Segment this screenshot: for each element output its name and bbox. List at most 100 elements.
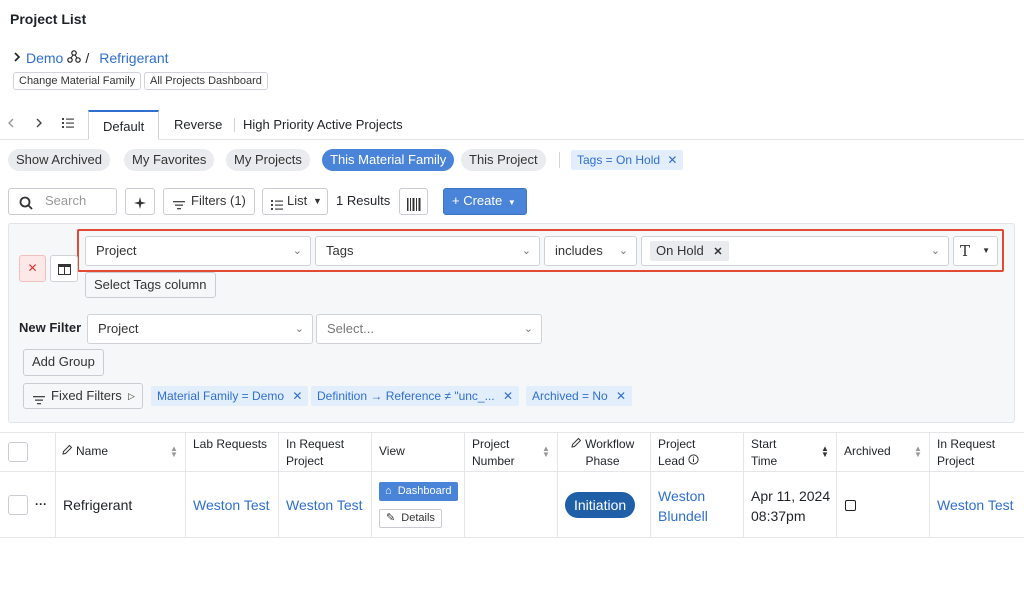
column-header-in-request-project-2[interactable]: In Request Project — [937, 436, 1017, 470]
filter-field-select[interactable]: Tags ⌄ — [315, 236, 540, 266]
search-input[interactable]: Search — [8, 188, 117, 215]
ai-sparkle-button[interactable] — [125, 188, 155, 215]
add-group-button[interactable]: Add Group — [23, 349, 104, 376]
column-header-workflow-phase[interactable]: Workflow Phase — [565, 436, 640, 470]
cell-project-lead-link[interactable]: Weston Blundell — [658, 486, 728, 526]
sort-icon[interactable]: ▲ ▼ — [821, 445, 829, 459]
list-label: List — [287, 193, 308, 208]
cell-in-request-project-2-link[interactable]: Weston Test — [937, 497, 1014, 513]
filter-value-select[interactable]: On Hold ✕ ⌄ — [641, 236, 949, 266]
column-header-project-lead[interactable]: Project Lead — [658, 436, 718, 470]
barcode-button[interactable] — [399, 188, 428, 215]
chevron-down-icon: ⌄ — [521, 245, 531, 257]
list-menu-icon[interactable] — [61, 117, 75, 132]
close-icon[interactable]: ✕ — [667, 153, 677, 167]
fixed-filters-button[interactable]: Fixed Filters ▷ — [23, 383, 143, 409]
chevron-right-icon[interactable] — [12, 50, 22, 66]
fixed-filter-chip[interactable]: Archived = No ✕ — [526, 386, 633, 406]
archived-checkbox[interactable] — [845, 500, 856, 511]
column-header-project-number[interactable]: Project Number — [472, 436, 532, 470]
table-row[interactable] — [0, 472, 1024, 538]
filter-entity-select[interactable]: Project ⌄ — [85, 236, 311, 266]
pencil-icon — [571, 437, 582, 451]
column-toggle-button[interactable] — [50, 255, 78, 282]
info-icon[interactable] — [688, 454, 699, 468]
new-filter-field-select[interactable]: Select... ⌄ — [316, 314, 542, 344]
all-projects-dashboard-button[interactable]: All Projects Dashboard — [144, 72, 268, 90]
chevron-left-icon[interactable] — [6, 117, 16, 132]
chevron-down-icon: ⌄ — [930, 245, 940, 257]
new-filter-entity-value: Project — [98, 321, 139, 336]
new-filter-entity-select[interactable]: Project ⌄ — [87, 314, 313, 344]
list-view-dropdown[interactable]: List ▼ — [262, 188, 328, 215]
row-checkbox[interactable] — [8, 495, 28, 515]
column-header-name[interactable]: Name — [62, 444, 108, 458]
close-icon[interactable]: ✕ — [616, 389, 626, 403]
breadcrumb-current-link[interactable]: Refrigerant — [99, 50, 168, 66]
filters-button[interactable]: Filters (1) — [163, 188, 255, 215]
close-icon[interactable]: ✕ — [292, 389, 302, 403]
cell-in-request-project-link[interactable]: Weston Test — [286, 497, 363, 513]
row-more-menu[interactable]: ··· — [35, 497, 47, 511]
column-header-in-request-project[interactable]: In Request Project — [286, 436, 366, 470]
preset-my-projects[interactable]: My Projects — [226, 149, 310, 171]
filter-operator-select[interactable]: includes ⌄ — [544, 236, 637, 266]
cell-lab-requests-link[interactable]: Weston Test — [193, 497, 270, 513]
preset-show-archived[interactable]: Show Archived — [8, 149, 110, 171]
column-divider — [743, 432, 744, 538]
column-header-lab-requests[interactable]: Lab Requests — [193, 436, 273, 453]
column-header-archived[interactable]: Archived — [844, 444, 891, 458]
cell-start-time: Apr 11, 2024 08:37pm — [751, 486, 830, 526]
caret-down-icon: ▼ — [313, 196, 322, 206]
workflow-phase-badge[interactable]: Initiation — [565, 492, 636, 518]
caret-down-icon: ▼ — [507, 198, 516, 207]
select-tags-column-button[interactable]: Select Tags column — [85, 272, 216, 298]
filters-label: Filters (1) — [191, 193, 246, 208]
column-divider — [464, 432, 465, 538]
chevron-down-icon: ⌄ — [292, 245, 302, 257]
dashboard-button[interactable]: ⌂ Dashboard — [379, 482, 458, 501]
fixed-filter-chip[interactable]: Material Family = Demo ✕ — [151, 386, 309, 406]
sort-icon[interactable]: ▲ ▼ — [914, 445, 922, 459]
new-filter-label: New Filter — [19, 320, 82, 335]
breadcrumb-root-link[interactable]: Demo — [26, 50, 63, 66]
tab-default[interactable]: Default — [88, 110, 160, 140]
fixed-filter-chip[interactable]: Definition → Reference ≠ "unc_... ✕ — [311, 386, 520, 406]
active-tag-filter-label: Tags = On Hold — [577, 153, 661, 167]
column-header-name-label: Name — [76, 444, 109, 458]
sort-icon[interactable]: ▲ ▼ — [542, 445, 550, 459]
details-button[interactable]: ✎ Details — [379, 509, 442, 528]
filter-icon — [173, 195, 185, 219]
sort-icon[interactable]: ▲ ▼ — [170, 445, 178, 459]
hierarchy-icon[interactable] — [67, 50, 82, 66]
filter-value-chip-label: On Hold — [656, 243, 704, 258]
change-material-family-button[interactable]: Change Material Family — [13, 72, 142, 90]
column-header-view[interactable]: View — [379, 444, 405, 458]
filter-field-value: Tags — [326, 243, 354, 258]
filter-operator-value: includes — [555, 243, 603, 258]
close-icon[interactable]: ✕ — [503, 389, 513, 403]
column-divider — [185, 432, 186, 538]
column-header-start-time[interactable]: Start Time — [751, 436, 791, 470]
chevron-right-icon[interactable] — [34, 117, 44, 132]
preset-my-favorites[interactable]: My Favorites — [124, 149, 215, 171]
filter-entity-value: Project — [96, 243, 137, 258]
active-tag-filter-chip[interactable]: Tags = On Hold ✕ — [571, 150, 684, 170]
filter-type-select[interactable]: T ▼ — [953, 236, 998, 266]
search-icon — [19, 194, 33, 218]
tab-high-priority-active-projects[interactable]: High Priority Active Projects — [229, 110, 417, 140]
preset-this-material-family[interactable]: This Material Family — [322, 149, 455, 171]
create-button[interactable]: + Create ▼ — [443, 188, 527, 215]
tab-reverse[interactable]: Reverse — [160, 110, 236, 140]
select-all-checkbox[interactable] — [8, 442, 28, 462]
filter-value-chip[interactable]: On Hold ✕ — [650, 241, 729, 261]
divider — [559, 152, 560, 168]
cell-name: Refrigerant — [63, 497, 133, 513]
sparkle-icon — [133, 194, 147, 218]
filter-icon — [33, 390, 45, 414]
breadcrumb: Demo / Refrigerant — [12, 50, 169, 66]
close-icon[interactable]: ✕ — [713, 246, 722, 258]
column-divider — [55, 432, 56, 538]
preset-this-project[interactable]: This Project — [461, 149, 546, 171]
remove-filter-button[interactable]: ✕ — [19, 255, 46, 282]
